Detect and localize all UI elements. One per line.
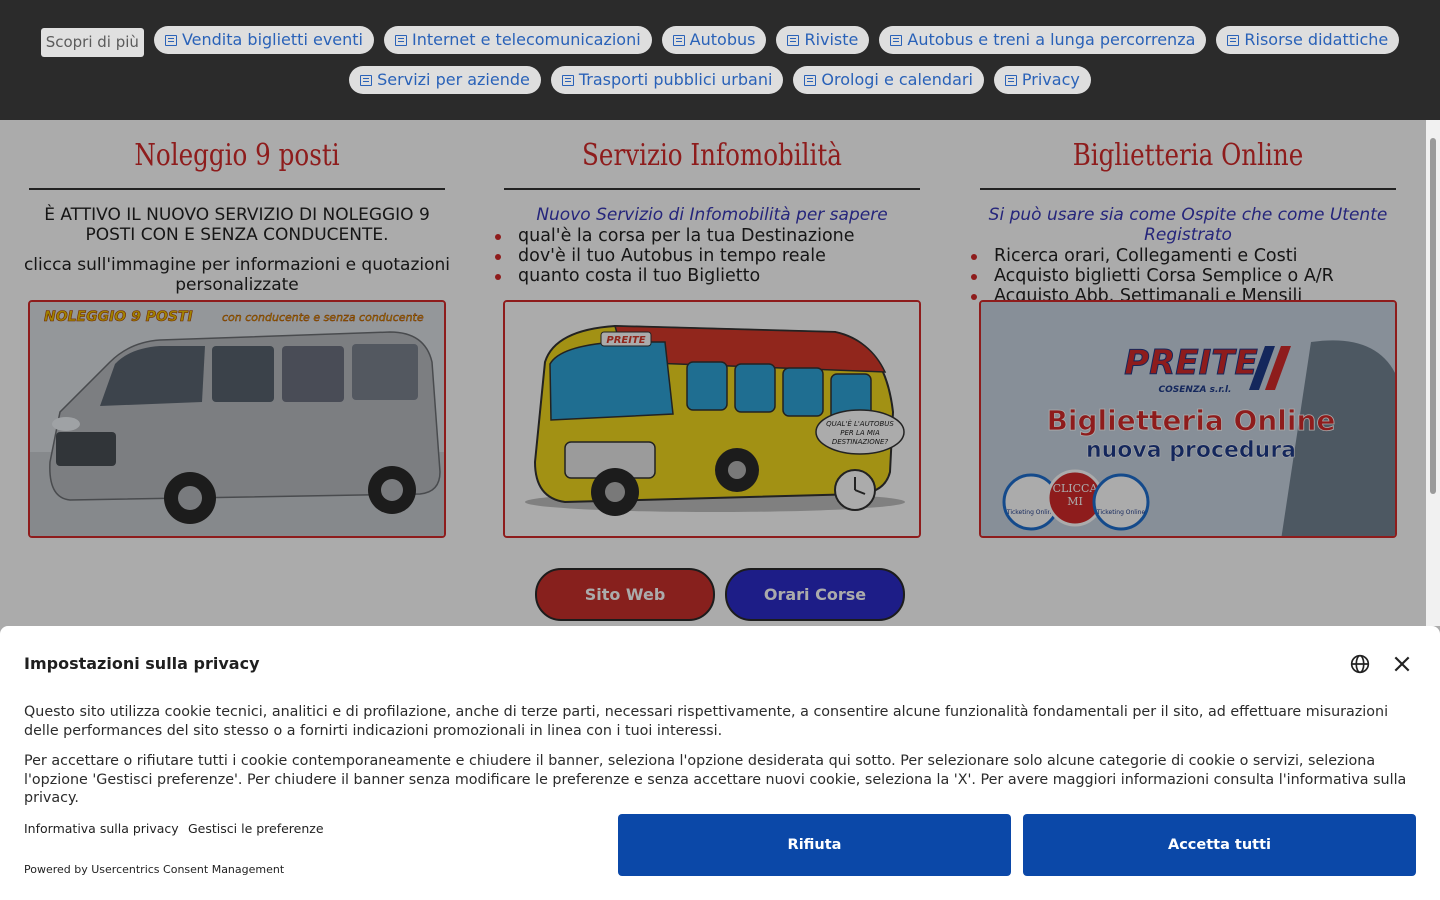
biglietteria-image[interactable]: PREITE COSENZA s.r.l. Biglietteria Onlin… [979,300,1397,538]
discover-chip-label: Risorse didattiche [1244,30,1389,49]
ticketing-illustration: PREITE COSENZA s.r.l. Biglietteria Onlin… [981,302,1395,536]
badge-right: Ticketing Online [1096,509,1146,516]
discover-chip-label: Riviste [804,30,859,49]
news-icon [890,34,903,46]
discover-chip-label: Autobus [689,30,756,49]
column-biglietteria: Biglietteria Online Si può usare sia com… [968,120,1408,300]
biglietteria-lead: Si può usare sia come Ospite che come Ut… [988,205,1388,245]
news-icon [395,34,407,46]
list-item: Ricerca orari, Collegamenti e Costi [968,246,1408,266]
infomobilita-lead: Nuovo Servizio di Infomobilità per saper… [536,205,888,225]
discover-chip-label: Trasporti pubblici urbani [578,70,773,89]
discover-chip[interactable]: Riviste [776,26,870,54]
sito-web-button[interactable]: Sito Web [535,568,715,621]
consent-paragraph-2: Per accettare o rifiutare tutti i cookie… [24,753,1407,806]
infomobilita-list: qual'è la corsa per la tua Destinazione … [492,226,932,286]
discover-chips: Scopri di più Vendita biglietti eventi In… [0,26,1440,94]
infomobilita-divider [504,188,920,190]
bus-illustration: PREITE QUAL'È L'AUTOBUS PER LA MIA DESTI… [505,302,919,536]
discover-chip[interactable]: Autobus [661,26,767,54]
reject-button[interactable]: Rifiuta [618,814,1011,876]
ticket-banner-line1: Biglietteria Online [1047,404,1336,437]
bus-logo: PREITE [606,335,645,346]
privacy-policy-link[interactable]: Informativa sulla privacy [24,821,179,836]
ticket-banner-line2: nuova procedura [1086,438,1296,463]
bubble-line-1: QUAL'È L'AUTOBUS [826,419,894,428]
noleggio-hint: clicca sull'immagine per informazioni e … [23,255,451,295]
infomobilita-image[interactable]: PREITE QUAL'È L'AUTOBUS PER LA MIA DESTI… [503,300,921,538]
discover-chip[interactable]: Vendita biglietti eventi [153,26,374,54]
action-buttons: Sito Web Orari Corse [0,568,1440,621]
orari-corse-button[interactable]: Orari Corse [725,568,905,621]
biglietteria-title: Biglietteria Online [1072,138,1304,173]
list-item: dov'è il tuo Autobus in tempo reale [492,246,932,266]
discover-chip-label: Orologi e calendari [821,70,973,89]
discover-label: Scopri di più [40,28,144,57]
noleggio-divider [29,188,445,190]
click-text-1: CLICCA [1053,482,1099,495]
manage-preferences-link[interactable]: Gestisci le preferenze [188,821,324,836]
language-globe-icon[interactable] [1350,654,1370,674]
consent-paragraph-1: Questo sito utilizza cookie tecnici, ana… [24,704,1389,739]
biglietteria-divider [980,188,1396,190]
discover-chip-label: Internet e telecomunicazioni [412,30,641,49]
click-text-2: MI [1067,495,1083,508]
infomobilita-title: Servizio Infomobilità [582,138,842,173]
discover-chip-label: Servizi per aziende [377,70,530,89]
ticket-logo-sub: COSENZA s.r.l. [1159,385,1232,395]
discover-chip[interactable]: Orologi e calendari [793,66,984,94]
discover-chip-label: Autobus e treni a lunga percorrenza [907,30,1196,49]
close-icon[interactable] [1392,654,1412,674]
news-icon [787,34,800,46]
news-icon [164,34,177,46]
discover-chip[interactable]: Internet e telecomunicazioni [384,26,652,54]
ticket-logo: PREITE [1124,343,1257,383]
bubble-line-3: DESTINAZIONE? [832,438,889,446]
column-infomobilita: Servizio Infomobilità Nuovo Servizio di … [492,120,932,286]
discover-chip[interactable]: Privacy [993,66,1091,94]
news-icon [672,34,685,46]
bubble-line-2: PER LA MIA [840,429,880,437]
powered-by-text: Powered by Usercentrics Consent Manageme… [24,863,285,876]
discover-chip[interactable]: Servizi per aziende [349,66,541,94]
page-scrollbar[interactable] [1426,120,1440,626]
list-item: qual'è la corsa per la tua Destinazione [492,226,932,246]
discover-chip-label: Vendita biglietti eventi [181,30,363,49]
discover-chip[interactable]: Trasporti pubblici urbani [550,66,784,94]
biglietteria-list: Ricerca orari, Collegamenti e Costi Acqu… [968,246,1408,300]
list-item: Acquisto biglietti Corsa Semplice o A/R [968,266,1408,286]
noleggio-image[interactable]: NOLEGGIO 9 POSTI con conducente e senza … [28,300,446,538]
scrollbar-thumb[interactable] [1430,138,1436,494]
discover-chip-label: Privacy [1021,70,1080,89]
discover-chip[interactable]: Risorse didattiche [1216,26,1400,54]
news-icon [561,74,574,86]
column-noleggio: Noleggio 9 posti È ATTIVO IL NUOVO SERVI… [17,120,457,295]
news-icon [804,74,817,86]
discover-chip[interactable]: Autobus e treni a lunga percorrenza [879,26,1207,54]
discover-bar: Scopri di più Vendita biglietti eventi In… [0,0,1440,120]
badge-left: Ticketing Online [1006,509,1056,516]
news-icon [360,74,373,86]
van-illustration: NOLEGGIO 9 POSTI con conducente e senza … [30,302,444,536]
noleggio-banner-sub: con conducente e senza conducente [222,311,424,324]
noleggio-title: Noleggio 9 posti [134,138,340,173]
news-icon [1227,34,1240,46]
list-item: Acquisto Abb. Settimanali e Mensili [968,286,1408,300]
list-item: quanto costa il tuo Biglietto [492,266,932,286]
privacy-consent-banner: Impostazioni sulla privacy Questo sito u… [0,626,1440,900]
noleggio-text: È ATTIVO IL NUOVO SERVIZIO DI NOLEGGIO 9… [44,205,430,245]
news-icon [1004,74,1017,86]
consent-title: Impostazioni sulla privacy [24,654,260,673]
accept-all-button[interactable]: Accetta tutti [1023,814,1416,876]
noleggio-banner-title: NOLEGGIO 9 POSTI [44,309,193,325]
